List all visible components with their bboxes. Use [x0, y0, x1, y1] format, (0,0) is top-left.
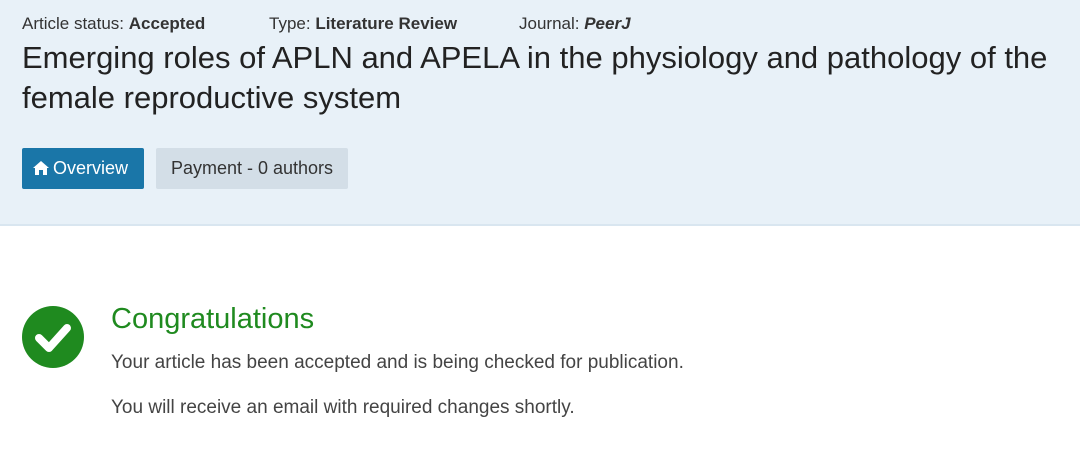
journal-value: PeerJ	[584, 14, 631, 33]
success-title: Congratulations	[111, 303, 315, 335]
type-label: Type:	[269, 14, 311, 33]
page-title: Emerging roles of APLN and APELA in the …	[22, 40, 1048, 115]
type-value: Literature Review	[315, 14, 458, 33]
journal-label: Journal:	[519, 14, 580, 33]
status-value: Accepted	[128, 14, 206, 33]
tab-payment-label: Payment - 0 authors	[170, 158, 334, 178]
tab-overview[interactable]: Overview	[22, 148, 144, 189]
article-status: Article status: Accepted	[22, 14, 205, 34]
check-circle-icon	[22, 306, 84, 368]
success-text-accepted: Your article has been accepted and is be…	[111, 352, 684, 373]
tab-overview-label: Overview	[53, 158, 129, 178]
tab-payment[interactable]: Payment - 0 authors	[156, 148, 348, 189]
article-journal: Journal: PeerJ	[519, 14, 631, 34]
status-label: Article status:	[22, 14, 125, 33]
success-text-email: You will receive an email with required …	[111, 397, 575, 418]
article-header: Article status: Accepted Type: Literatur…	[0, 0, 1080, 226]
home-icon	[33, 161, 49, 175]
article-type: Type: Literature Review	[269, 14, 457, 34]
